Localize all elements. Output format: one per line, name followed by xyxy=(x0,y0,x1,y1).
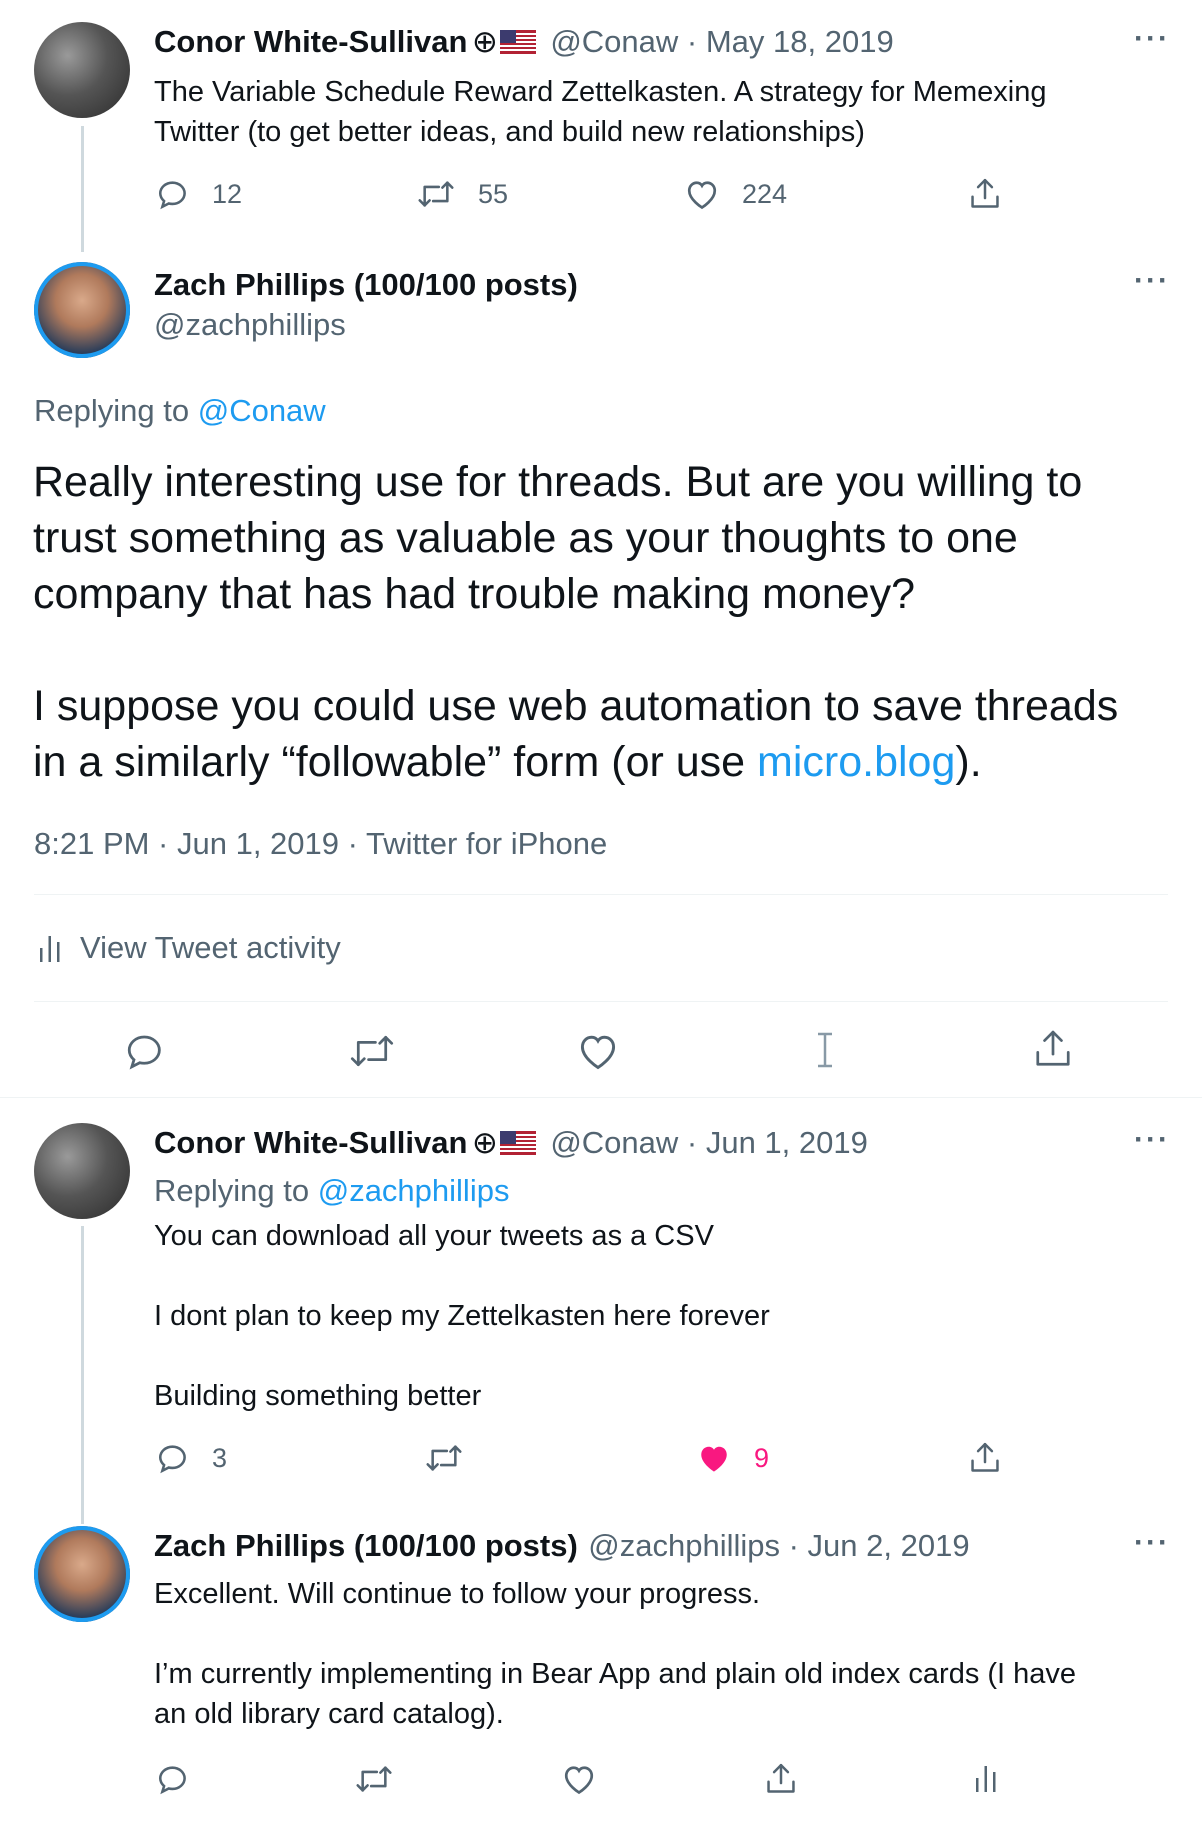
thread-line xyxy=(81,1226,84,1524)
like-count: 9 xyxy=(754,1442,770,1473)
text-line: I suppose you could use web automation t… xyxy=(33,682,1119,730)
share-icon xyxy=(767,1763,795,1793)
view-tweet-activity[interactable]: View Tweet activity xyxy=(38,930,341,966)
retweet-icon xyxy=(356,1766,392,1792)
text-line: I dont plan to keep my Zettelkasten here… xyxy=(154,1300,770,1332)
heart-icon xyxy=(687,181,717,210)
handle-date[interactable]: @Conaw · Jun 1, 2019 xyxy=(550,1125,868,1160)
text-line: Really interesting use for threads. But … xyxy=(33,458,1083,506)
text-line: company that has had trouble making mone… xyxy=(33,570,916,618)
text-line: You can download all your tweets as a CS… xyxy=(154,1220,714,1252)
reply-button[interactable]: 3 xyxy=(156,1441,227,1475)
retweet-button[interactable] xyxy=(424,1441,464,1475)
author-name[interactable]: Zach Phillips (100/100 posts) xyxy=(154,267,578,303)
analytics-icon xyxy=(976,1766,996,1792)
author-name[interactable]: Zach Phillips (100/100 posts) xyxy=(154,1528,578,1563)
divider xyxy=(34,894,1168,895)
retweet-count: 55 xyxy=(478,178,509,209)
retweet-button[interactable]: 55 xyxy=(416,177,508,211)
text-line: The Variable Schedule Reward Zettelkaste… xyxy=(154,76,1047,108)
reply-icon xyxy=(158,181,186,210)
share-button[interactable] xyxy=(764,1761,798,1797)
reply-count: 12 xyxy=(212,178,243,209)
retweet-icon xyxy=(418,181,454,207)
reply-mention-link[interactable]: @zachphillips xyxy=(318,1173,510,1208)
text-line: in a similarly “followable” form (or use… xyxy=(33,738,982,786)
handle-date[interactable]: @zachphillips · Jun 2, 2019 xyxy=(588,1528,969,1563)
text-cursor-icon xyxy=(814,1030,836,1070)
globe-emoji: ⊕ xyxy=(471,24,498,59)
reply-icon xyxy=(158,1445,186,1474)
share-icon xyxy=(971,1442,999,1472)
author-name[interactable]: Conor White-Sullivan xyxy=(154,24,467,59)
share-icon xyxy=(1036,1030,1070,1066)
author-handle[interactable]: @zachphillips xyxy=(154,307,346,343)
share-button[interactable] xyxy=(968,1440,1002,1476)
reply-icon xyxy=(127,1035,161,1070)
tweet4-text: Excellent. Will continue to follow your … xyxy=(154,1574,1164,1734)
more-icon[interactable]: ··· xyxy=(1134,22,1170,56)
handle-date[interactable]: @Conaw · May 18, 2019 xyxy=(550,24,893,59)
heart-icon xyxy=(564,1766,594,1795)
text-line: Twitter (to get better ideas, and build … xyxy=(154,116,865,148)
heart-icon xyxy=(580,1035,616,1070)
tweet1-text: The Variable Schedule Reward Zettelkaste… xyxy=(154,72,1154,152)
text-line: trust something as valuable as your thou… xyxy=(33,514,1018,562)
divider xyxy=(0,1097,1202,1098)
share-icon xyxy=(971,178,999,208)
replying-prefix: Replying to xyxy=(34,393,198,428)
share-button[interactable] xyxy=(968,176,1002,212)
replying-to: Replying to @zachphillips xyxy=(154,1173,509,1209)
reply-icon xyxy=(158,1766,186,1795)
heart-filled-icon xyxy=(701,1446,727,1472)
text-line: Excellent. Will continue to follow your … xyxy=(154,1578,761,1610)
activity-label: View Tweet activity xyxy=(80,930,341,965)
globe-emoji: ⊕ xyxy=(471,1125,498,1160)
analytics-button[interactable] xyxy=(974,1762,998,1794)
reply-button[interactable] xyxy=(156,1762,190,1796)
text-line: Building something better xyxy=(154,1380,482,1412)
us-flag-icon xyxy=(499,1131,536,1155)
tweet2-text: Really interesting use for threads. But … xyxy=(33,454,1183,790)
retweet-button[interactable] xyxy=(348,1030,396,1072)
us-flag-icon xyxy=(499,30,536,54)
reply-mention-link[interactable]: @Conaw xyxy=(198,393,326,428)
thread-line xyxy=(81,126,84,252)
avatar-zach[interactable] xyxy=(34,262,130,358)
micro-blog-link[interactable]: micro.blog xyxy=(757,738,955,786)
more-icon[interactable]: ··· xyxy=(1134,1123,1170,1157)
avatar-zach[interactable] xyxy=(34,1526,130,1622)
twitter-thread: Conor White-Sullivan ⊕ @Conaw · May 18, … xyxy=(0,0,1202,1822)
analytics-icon xyxy=(40,936,60,962)
like-button[interactable] xyxy=(576,1030,620,1072)
like-button[interactable] xyxy=(561,1762,597,1796)
retweet-button[interactable] xyxy=(354,1762,394,1796)
retweet-icon xyxy=(426,1445,462,1471)
text-line: an old library card catalog). xyxy=(154,1698,504,1730)
reply-count: 3 xyxy=(212,1442,228,1473)
divider xyxy=(34,1001,1168,1002)
like-button[interactable]: 224 xyxy=(684,177,787,211)
retweet-icon xyxy=(350,1035,394,1067)
replying-prefix: Replying to xyxy=(154,1173,318,1208)
like-count: 224 xyxy=(742,178,788,209)
avatar-conor[interactable] xyxy=(34,1123,130,1219)
tweet4-header: Zach Phillips (100/100 posts) @zachphill… xyxy=(154,1528,970,1564)
share-button[interactable] xyxy=(1032,1027,1074,1071)
text-line: I’m currently implementing in Bear App a… xyxy=(154,1658,1077,1690)
like-button[interactable]: 9 xyxy=(696,1441,769,1475)
tweet3-text: You can download all your tweets as a CS… xyxy=(154,1216,1154,1416)
tweet1-header: Conor White-Sullivan ⊕ @Conaw · May 18, … xyxy=(154,24,894,60)
more-icon[interactable]: ··· xyxy=(1134,264,1170,298)
tweet-meta[interactable]: 8:21 PM · Jun 1, 2019 · Twitter for iPho… xyxy=(34,826,607,862)
reply-button[interactable] xyxy=(124,1030,166,1072)
tweet3-header: Conor White-Sullivan ⊕ @Conaw · Jun 1, 2… xyxy=(154,1125,868,1161)
reply-button[interactable]: 12 xyxy=(156,177,242,211)
replying-to: Replying to @Conaw xyxy=(34,393,326,429)
author-name[interactable]: Conor White-Sullivan xyxy=(154,1125,467,1160)
more-icon[interactable]: ··· xyxy=(1134,1526,1170,1560)
avatar-conor[interactable] xyxy=(34,22,130,118)
